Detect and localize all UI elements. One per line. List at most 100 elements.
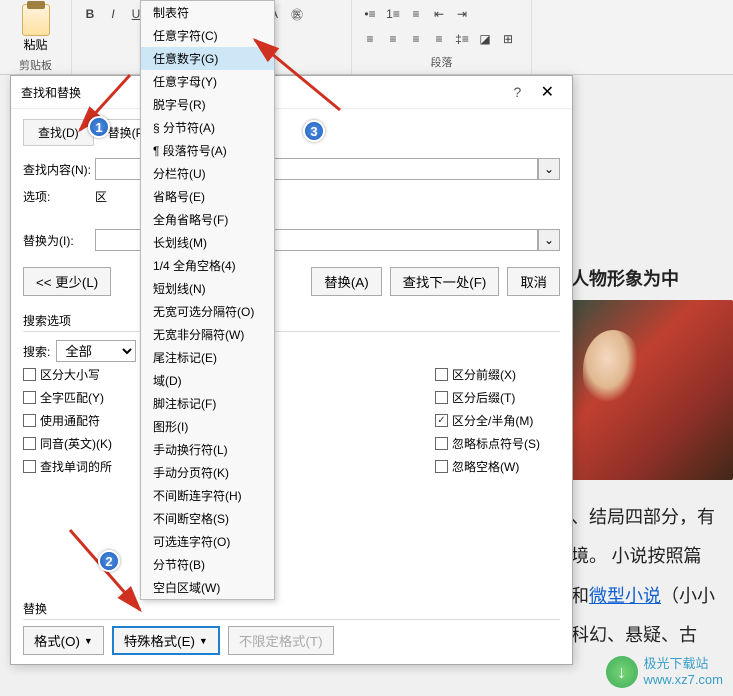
format-button[interactable]: 格式(O)▼ [23, 626, 104, 655]
replace-dropdown-button[interactable]: ⌄ [538, 229, 560, 251]
menu-item-19[interactable]: 手动换行符(L) [141, 438, 274, 461]
options-value: 区 [95, 188, 107, 205]
menu-item-18[interactable]: 图形(I) [141, 415, 274, 438]
find-content-label: 查找内容(N): [23, 161, 95, 178]
menu-item-15[interactable]: 尾注标记(E) [141, 346, 274, 369]
special-format-button[interactable]: 特殊格式(E)▼ [112, 626, 220, 655]
shading-button[interactable]: ◪ [475, 29, 495, 49]
special-format-menu: 制表符任意字符(C)任意数字(G)任意字母(Y)脱字号(R)§ 分节符(A)¶ … [140, 0, 275, 600]
menu-item-14[interactable]: 无宽非分隔符(W) [141, 323, 274, 346]
search-options-title: 搜索选项 [23, 312, 560, 332]
decrease-indent-button[interactable]: ⇤ [429, 4, 449, 24]
menu-item-21[interactable]: 不间断连字符(H) [141, 484, 274, 507]
italic-button[interactable]: I [103, 4, 123, 24]
borders-button[interactable]: ⊞ [498, 29, 518, 49]
checkbox-全字匹配(Y)[interactable]: 全字匹配(Y) [23, 389, 112, 406]
menu-item-12[interactable]: 短划线(N) [141, 277, 274, 300]
find-dropdown-button[interactable]: ⌄ [538, 158, 560, 180]
ribbon: 粘贴 剪贴板 B I U abc x₂ x² A A A ㊩ •≡ 1≡ ≡ ⇤… [0, 0, 733, 75]
search-scope-select[interactable]: 全部 [56, 340, 136, 362]
align-center-button[interactable]: ≡ [383, 29, 403, 49]
increase-indent-button[interactable]: ⇥ [452, 4, 472, 24]
doc-link-2[interactable]: 微型小说 [589, 586, 661, 606]
document-area: 画人物形象为中 期、结局四部分，有 环境。 小说按照篇 说和微型小说（小小 、科… [553, 260, 733, 656]
bullets-button[interactable]: •≡ [360, 4, 380, 24]
checkbox-使用通配符[interactable]: 使用通配符 [23, 412, 112, 429]
paste-icon [22, 4, 50, 36]
dialog-help-button[interactable]: ? [505, 84, 529, 100]
menu-item-20[interactable]: 手动分页符(K) [141, 461, 274, 484]
checks-right-column: 区分前缀(X) 区分后缀(T) 区分全/半角(M) 忽略标点符号(S) 忽略空格(W) [435, 366, 540, 475]
menu-item-7[interactable]: 分栏符(U) [141, 162, 274, 185]
menu-item-2[interactable]: 任意数字(G) [141, 47, 274, 70]
checkbox-区分全/半角(M)[interactable]: 区分全/半角(M) [435, 412, 540, 429]
dialog-title-text: 查找和替换 [21, 84, 81, 101]
checkbox-区分前缀(X)[interactable]: 区分前缀(X) [435, 366, 540, 383]
chevron-down-icon: ▼ [84, 636, 93, 646]
search-scope-label: 搜索: [23, 343, 50, 360]
enclose-button[interactable]: ㊩ [287, 4, 307, 24]
menu-item-17[interactable]: 脚注标记(F) [141, 392, 274, 415]
dialog-titlebar: 查找和替换 ? ✕ [11, 76, 572, 109]
checkbox-忽略空格(W)[interactable]: 忽略空格(W) [435, 458, 540, 475]
menu-item-8[interactable]: 省略号(E) [141, 185, 274, 208]
checkbox-区分大小写[interactable]: 区分大小写 [23, 366, 112, 383]
replace-with-label: 替换为(I): [23, 232, 95, 249]
doc-heading-fragment: 画人物形象为中 [553, 260, 733, 300]
watermark-icon: ↓ [606, 656, 638, 688]
clipboard-group: 粘贴 剪贴板 [0, 0, 72, 74]
menu-item-4[interactable]: 脱字号(R) [141, 93, 274, 116]
menu-item-6[interactable]: ¶ 段落符号(A) [141, 139, 274, 162]
doc-line-4: 、科幻、悬疑、古 [553, 616, 733, 656]
multilevel-button[interactable]: ≡ [406, 4, 426, 24]
line-spacing-button[interactable]: ‡≡ [452, 29, 472, 49]
close-icon[interactable]: ✕ [533, 84, 562, 101]
replace-all-button[interactable]: 替换(A) [311, 267, 381, 296]
checkbox-忽略标点符号(S)[interactable]: 忽略标点符号(S) [435, 435, 540, 452]
document-image [553, 300, 733, 480]
bold-button[interactable]: B [80, 4, 100, 24]
dialog-tabs: 查找(D) 替换(P) [23, 119, 560, 146]
less-button[interactable]: << 更少(L) [23, 267, 111, 296]
align-left-button[interactable]: ≡ [360, 29, 380, 49]
find-next-button[interactable]: 查找下一处(F) [390, 267, 500, 296]
find-replace-dialog: 查找和替换 ? ✕ 查找(D) 替换(P) 查找内容(N): ⌄ 选项: 区 替… [10, 75, 573, 665]
watermark: ↓ 极光下载站 www.xz7.com [606, 656, 723, 688]
numbering-button[interactable]: 1≡ [383, 4, 403, 24]
replace-format-section: 替换 格式(O)▼ 特殊格式(E)▼ 不限定格式(T) [23, 600, 560, 655]
menu-item-10[interactable]: 长划线(M) [141, 231, 274, 254]
doc-line-2: 环境。 小说按照篇 [553, 537, 733, 577]
checkbox-同音(英文)(K)[interactable]: 同音(英文)(K) [23, 435, 112, 452]
checkbox-区分后缀(T)[interactable]: 区分后缀(T) [435, 389, 540, 406]
align-right-button[interactable]: ≡ [406, 29, 426, 49]
menu-item-24[interactable]: 分节符(B) [141, 553, 274, 576]
menu-item-3[interactable]: 任意字母(Y) [141, 70, 274, 93]
tab-find[interactable]: 查找(D) [23, 119, 94, 146]
checkbox-查找单词的所[interactable]: 查找单词的所 [23, 458, 112, 475]
menu-item-5[interactable]: § 分节符(A) [141, 116, 274, 139]
checks-left-column: 区分大小写全字匹配(Y) 使用通配符同音(英文)(K) 查找单词的所 [23, 366, 112, 475]
chevron-down-icon: ▼ [199, 636, 208, 646]
menu-item-23[interactable]: 可选连字符(O) [141, 530, 274, 553]
menu-item-0[interactable]: 制表符 [141, 1, 274, 24]
options-label: 选项: [23, 188, 95, 205]
watermark-url: www.xz7.com [644, 672, 723, 688]
paragraph-group: •≡ 1≡ ≡ ⇤ ⇥ ≡ ≡ ≡ ≡ ‡≡ ◪ ⊞ 段落 [352, 0, 532, 74]
menu-item-9[interactable]: 全角省略号(F) [141, 208, 274, 231]
menu-item-16[interactable]: 域(D) [141, 369, 274, 392]
clipboard-group-label: 剪贴板 [8, 55, 63, 75]
justify-button[interactable]: ≡ [429, 29, 449, 49]
menu-item-22[interactable]: 不间断空格(S) [141, 507, 274, 530]
watermark-site: 极光下载站 [644, 656, 723, 672]
menu-item-13[interactable]: 无宽可选分隔符(O) [141, 300, 274, 323]
menu-item-11[interactable]: 1/4 全角空格(4) [141, 254, 274, 277]
paste-button[interactable]: 粘贴 [8, 2, 63, 55]
no-format-button[interactable]: 不限定格式(T) [228, 626, 334, 655]
replace-section-label: 替换 [23, 600, 560, 620]
doc-line-3: 说和微型小说（小小 [553, 577, 733, 617]
cancel-button[interactable]: 取消 [507, 267, 560, 296]
paste-label: 粘贴 [23, 36, 47, 53]
paragraph-group-label: 段落 [360, 52, 523, 72]
menu-item-1[interactable]: 任意字符(C) [141, 24, 274, 47]
menu-item-25[interactable]: 空白区域(W) [141, 576, 274, 599]
